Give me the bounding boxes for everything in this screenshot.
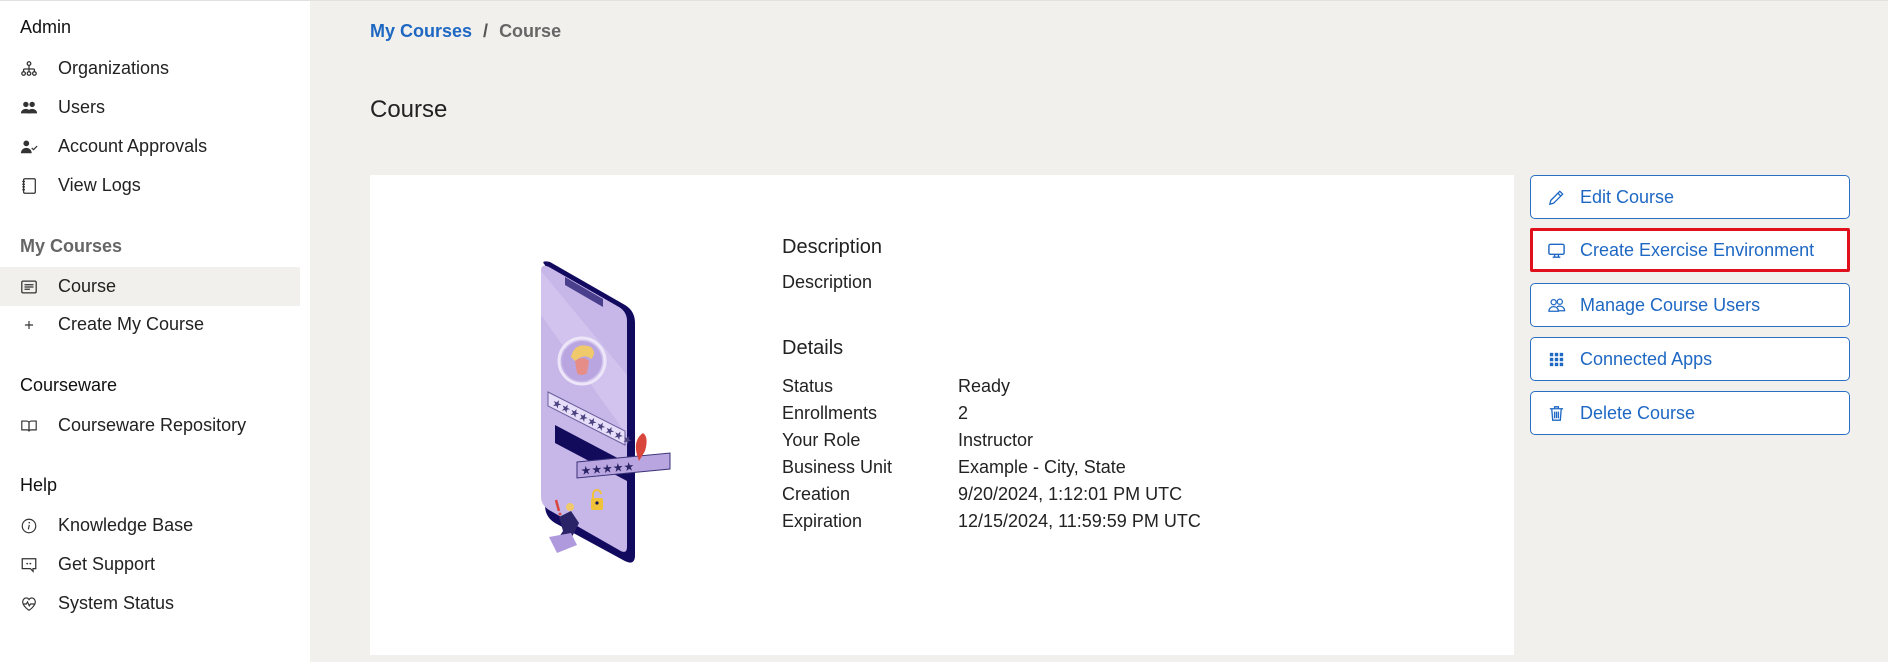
book-icon [19, 416, 39, 436]
sidebar-item-label: Knowledge Base [58, 515, 194, 535]
sidebar-item-label: Account Approvals [58, 136, 208, 156]
sidebar-item-label: System Status [58, 593, 175, 613]
chat-quote-icon [19, 555, 39, 575]
detail-key: Expiration [782, 511, 863, 531]
breadcrumb-my-courses-link[interactable]: My Courses [370, 21, 472, 42]
edit-course-button[interactable]: Edit Course [1530, 175, 1850, 219]
sidebar-item-account-approvals[interactable]: Account Approvals [0, 127, 300, 166]
sidebar-section-help: Help [20, 475, 58, 495]
sidebar: Admin Organizations Users Account Approv… [0, 1, 310, 662]
app-root: Admin Organizations Users Account Approv… [0, 0, 1888, 662]
avatar-face [575, 358, 589, 375]
course-card: ★★★★★★★★★ ★★★★★ Description Description … [370, 175, 1514, 655]
sidebar-section-courseware: Courseware [20, 375, 118, 395]
button-label: Manage Course Users [1580, 294, 1761, 315]
sidebar-item-label: Get Support [58, 554, 156, 574]
breadcrumb-current: Course [499, 21, 562, 41]
sidebar-section-admin: Admin [20, 17, 72, 37]
sidebar-item-system-status[interactable]: System Status [0, 584, 300, 623]
detail-value: Instructor [958, 430, 1034, 450]
description-text: Description [782, 272, 873, 292]
sidebar-item-label: Courseware Repository [58, 415, 247, 435]
detail-key: Your Role [782, 430, 861, 450]
manage-course-users-button[interactable]: Manage Course Users [1530, 283, 1850, 327]
sidebar-item-label: Organizations [58, 58, 170, 78]
button-label: Create Exercise Environment [1580, 239, 1815, 260]
breadcrumb: My Courses / Course [370, 21, 561, 42]
detail-key: Business Unit [782, 457, 893, 477]
users-icon [19, 98, 39, 118]
description-heading: Description [782, 236, 883, 258]
sidebar-item-create-my-course[interactable]: Create My Course [0, 305, 300, 344]
detail-key: Creation [782, 484, 851, 504]
detail-value: Ready [958, 376, 1011, 396]
sidebar-item-courseware-repository[interactable]: Courseware Repository [0, 406, 300, 445]
trash-icon [1546, 403, 1566, 423]
main-content: My Courses / Course Course ★★★★★★★★★ ★★★… [310, 1, 1888, 662]
phone-login-illustration: ★★★★★★★★★ ★★★★★ [541, 261, 671, 563]
button-label: Connected Apps [1580, 348, 1713, 369]
sidebar-item-label: View Logs [58, 175, 141, 195]
detail-row-business-unit: Business Unit Example - City, State [782, 454, 1201, 481]
org-chart-icon [19, 59, 39, 79]
grid-icon [1546, 349, 1566, 369]
details-heading: Details [782, 337, 844, 359]
sidebar-item-label: Course [58, 276, 117, 296]
sidebar-item-users[interactable]: Users [0, 88, 300, 127]
connected-apps-button[interactable]: Connected Apps [1530, 337, 1850, 381]
sidebar-item-view-logs[interactable]: View Logs [0, 166, 300, 205]
detail-value: 2 [958, 403, 969, 423]
detail-key: Enrollments [782, 403, 878, 423]
detail-row-enrollments: Enrollments 2 [782, 400, 1201, 427]
detail-row-status: Status Ready [782, 373, 1201, 400]
sidebar-section-my-courses: My Courses [20, 236, 123, 256]
sidebar-item-label: Create My Course [58, 314, 205, 334]
pencil-icon [1546, 187, 1566, 207]
sidebar-item-get-support[interactable]: Get Support [0, 545, 300, 584]
button-label: Delete Course [1580, 402, 1696, 423]
detail-value: 9/20/2024, 1:12:01 PM UTC [958, 484, 1183, 504]
sidebar-item-label: Users [58, 97, 106, 117]
detail-value: 12/15/2024, 11:59:59 PM UTC [958, 511, 1201, 531]
detail-row-your-role: Your Role Instructor [782, 427, 1201, 454]
monitor-icon [1546, 240, 1566, 260]
sidebar-item-course[interactable]: Course [0, 267, 300, 306]
user-check-icon [19, 137, 39, 157]
detail-value: Example - City, State [958, 457, 1126, 477]
sidebar-item-knowledge-base[interactable]: Knowledge Base [0, 506, 300, 545]
detail-row-creation: Creation 9/20/2024, 1:12:01 PM UTC [782, 481, 1201, 508]
info-icon [19, 516, 39, 536]
notebook-icon [19, 176, 39, 196]
button-label: Edit Course [1580, 186, 1675, 207]
breadcrumb-separator: / [483, 21, 489, 41]
delete-course-button[interactable]: Delete Course [1530, 391, 1850, 435]
user-group-icon [1546, 295, 1566, 315]
plus-icon [19, 315, 39, 335]
heart-pulse-icon [19, 594, 39, 614]
sidebar-item-organizations[interactable]: Organizations [0, 49, 300, 88]
detail-key: Status [782, 376, 834, 396]
create-exercise-environment-button[interactable]: Create Exercise Environment [1530, 228, 1850, 272]
details-table: Status Ready Enrollments 2 Your Role Ins… [782, 373, 1201, 535]
page-title: Course [370, 96, 448, 123]
course-card-icon [19, 277, 39, 297]
detail-row-expiration: Expiration 12/15/2024, 11:59:59 PM UTC [782, 508, 1201, 535]
